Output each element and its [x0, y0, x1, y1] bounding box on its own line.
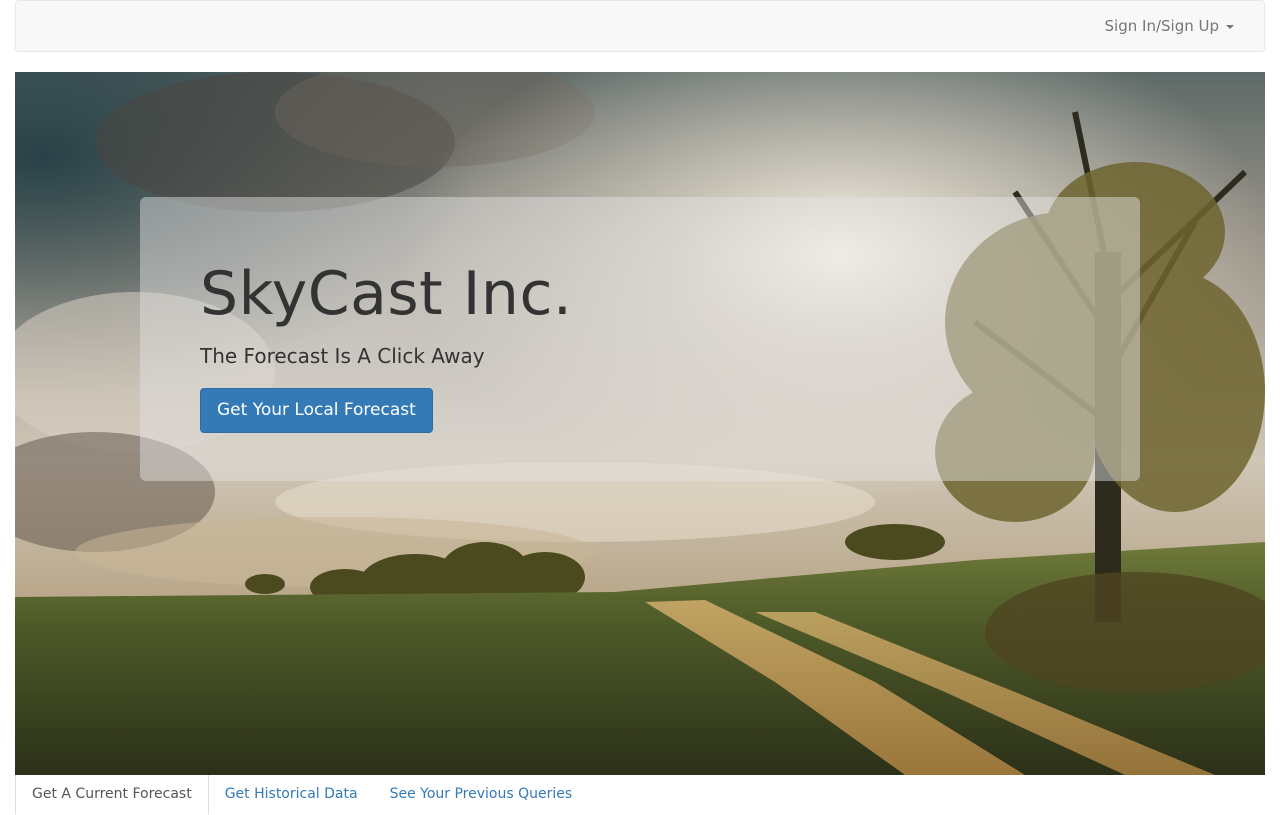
top-navbar: Sign In/Sign Up [15, 0, 1265, 52]
caret-down-icon [1226, 25, 1234, 29]
get-local-forecast-button[interactable]: Get Your Local Forecast [200, 388, 433, 433]
hero-banner: SkyCast Inc. The Forecast Is A Click Awa… [15, 72, 1265, 775]
sign-in-dropdown[interactable]: Sign In/Sign Up [1105, 16, 1234, 36]
hero-jumbotron: SkyCast Inc. The Forecast Is A Click Awa… [140, 197, 1140, 481]
forecast-tabs: Get A Current Forecast Get Historical Da… [15, 775, 1265, 815]
hero-subtitle: The Forecast Is A Click Away [200, 344, 485, 368]
sign-in-dropdown-label: Sign In/Sign Up [1104, 17, 1219, 35]
tab-historical-data[interactable]: Get Historical Data [209, 775, 374, 815]
hero-title: SkyCast Inc. [200, 259, 573, 329]
tab-current-forecast[interactable]: Get A Current Forecast [15, 775, 209, 815]
tab-previous-queries[interactable]: See Your Previous Queries [374, 775, 589, 815]
